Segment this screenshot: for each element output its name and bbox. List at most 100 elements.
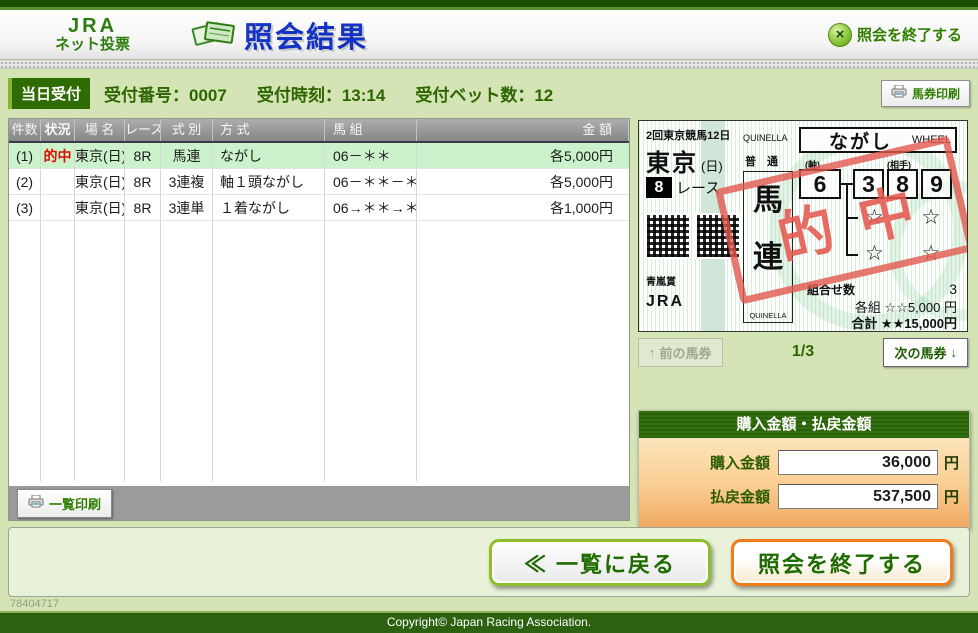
cell-race [125, 247, 161, 273]
cell-type: 3連単 [161, 195, 213, 220]
logo-line2: ネット投票 [55, 36, 131, 54]
ticket-meeting: 2回東京競馬12日 [646, 130, 731, 142]
cell-status [41, 195, 75, 220]
cell-method [213, 403, 325, 429]
cell-horses [325, 351, 417, 377]
payout-amount-label: 払戻金額 [709, 489, 770, 506]
cell-status [41, 455, 75, 481]
cell-no [9, 221, 41, 247]
table-row[interactable]: (3) 東京(日)8R3連単１着ながし06→＊＊→＊＊ 各1,000円 [9, 195, 629, 221]
empty-table-row [9, 325, 629, 351]
cell-type [161, 377, 213, 403]
cell-type [161, 247, 213, 273]
cell-no: (2) [9, 169, 41, 194]
table-row[interactable]: (2) 東京(日)8R3連複軸１頭ながし06－＊＊－＊＊ 各5,000円 [9, 169, 629, 195]
header-separator [0, 61, 978, 69]
table-row[interactable]: (1) 的中 東京(日) 8R 馬連 ながし 06－＊＊ 各5,000円 [9, 143, 629, 169]
cell-status [41, 403, 75, 429]
cell-venue [75, 455, 125, 481]
amount-panel-title: 購入金額・払戻金額 [639, 411, 969, 438]
cell-type: 馬連 [161, 143, 213, 168]
betting-ticket-image: 2回東京競馬12日 東京 (日) 8 レース 青嵐賞 JRA QUINELLA … [638, 120, 968, 332]
cell-status [41, 325, 75, 351]
print-ticket-label: 馬券印刷 [911, 86, 960, 101]
empty-table-row [9, 221, 629, 247]
cell-venue [75, 351, 125, 377]
cell-horses [325, 221, 417, 247]
table-body: (1) 的中 東京(日) 8R 馬連 ながし 06－＊＊ 各5,000円 (2) 東京(日) 8R 3… [9, 143, 629, 486]
column-header: 金 額 [417, 119, 629, 141]
cell-amount [417, 351, 629, 377]
cell-method [213, 299, 325, 325]
cell-race [125, 455, 161, 481]
cell-amount: 各5,000円 [549, 148, 613, 164]
prev-ticket-label: 前の馬券 [659, 345, 712, 361]
next-ticket-button[interactable]: 次の馬券 ↓ [883, 337, 968, 367]
purchase-amount-value: 36,000 [777, 450, 938, 475]
cell-type [161, 299, 213, 325]
yen-unit: 円 [943, 489, 959, 506]
print-list-label: 一覧印刷 [49, 496, 102, 512]
print-ticket-button[interactable]: 馬券印刷 [880, 79, 970, 107]
race-label: レース [676, 180, 721, 197]
column-header: 式 別 [161, 119, 213, 141]
cell-race [125, 299, 161, 325]
cell-no: (3) [9, 195, 41, 220]
purchase-amount-row: 購入金額 36,000 円 [649, 450, 959, 475]
end-inquiry-label: 照会を終了する [856, 27, 962, 44]
cell-venue [75, 221, 125, 247]
cell-race: 8R [125, 169, 161, 194]
empty-table-row [9, 273, 629, 299]
receipt-info-bar: 当日受付 受付番号：0007 受付時刻：13:14 受付ベット数：12 馬券印刷 [8, 76, 970, 110]
cell-amount: 各5,000円 [549, 174, 613, 190]
cell-race [125, 273, 161, 299]
cell-horses [325, 273, 417, 299]
cell-status [41, 299, 75, 325]
cell-method: ながし [213, 143, 325, 168]
cell-race: 8R [125, 195, 161, 220]
end-inquiry-button[interactable]: 照会を終了する [731, 539, 953, 586]
prev-ticket-button[interactable]: ↑ 前の馬券 [638, 337, 723, 367]
cell-no [9, 299, 41, 325]
cell-no [9, 377, 41, 403]
cell-no [9, 455, 41, 481]
cell-status [41, 273, 75, 299]
serial-number: 78404717 [10, 598, 59, 610]
end-inquiry-link[interactable]: × 照会を終了する [827, 22, 962, 47]
cell-method: １着ながし [213, 195, 325, 220]
issuer-label: JRA [646, 293, 685, 310]
qr-code [645, 213, 691, 259]
cell-no [9, 429, 41, 455]
ticket-venue: 東京 (日) [646, 143, 723, 178]
cell-horses [325, 377, 417, 403]
cell-horses: 06－＊＊ [325, 143, 417, 168]
cell-type [161, 273, 213, 299]
cell-method [213, 325, 325, 351]
cell-horses [325, 403, 417, 429]
cell-horses [325, 299, 417, 325]
cell-amount [417, 377, 629, 403]
bottom-action-panel: ≪ 一覧に戻る 照会を終了する [8, 527, 970, 597]
race-name: 青嵐賞 [646, 277, 676, 288]
cell-amount [417, 221, 629, 247]
cell-method [213, 377, 325, 403]
cell-venue [75, 377, 125, 403]
header: JRA ネット投票 照会結果 × 照会を終了する [0, 10, 978, 60]
cell-race [125, 221, 161, 247]
receipt-time: 受付時刻：13:14 [256, 85, 386, 105]
cell-type: 3連複 [161, 169, 213, 194]
printer-icon [28, 494, 44, 511]
cell-method [213, 429, 325, 455]
column-header: 場 名 [75, 119, 125, 141]
empty-table-row [9, 455, 629, 481]
cell-method [213, 247, 325, 273]
cell-amount [417, 429, 629, 455]
amount-panel-body: 購入金額 36,000 円 払戻金額 537,500 円 [639, 438, 969, 528]
empty-table-row [9, 299, 629, 325]
cell-status: 的中 [41, 143, 75, 168]
print-list-button[interactable]: 一覧印刷 [17, 488, 113, 518]
back-to-list-button[interactable]: ≪ 一覧に戻る [489, 539, 711, 586]
method-name: ながし [829, 131, 893, 153]
ticket-page-indicator: 1/3 [791, 343, 815, 360]
cell-amount: 各1,000円 [549, 200, 613, 216]
